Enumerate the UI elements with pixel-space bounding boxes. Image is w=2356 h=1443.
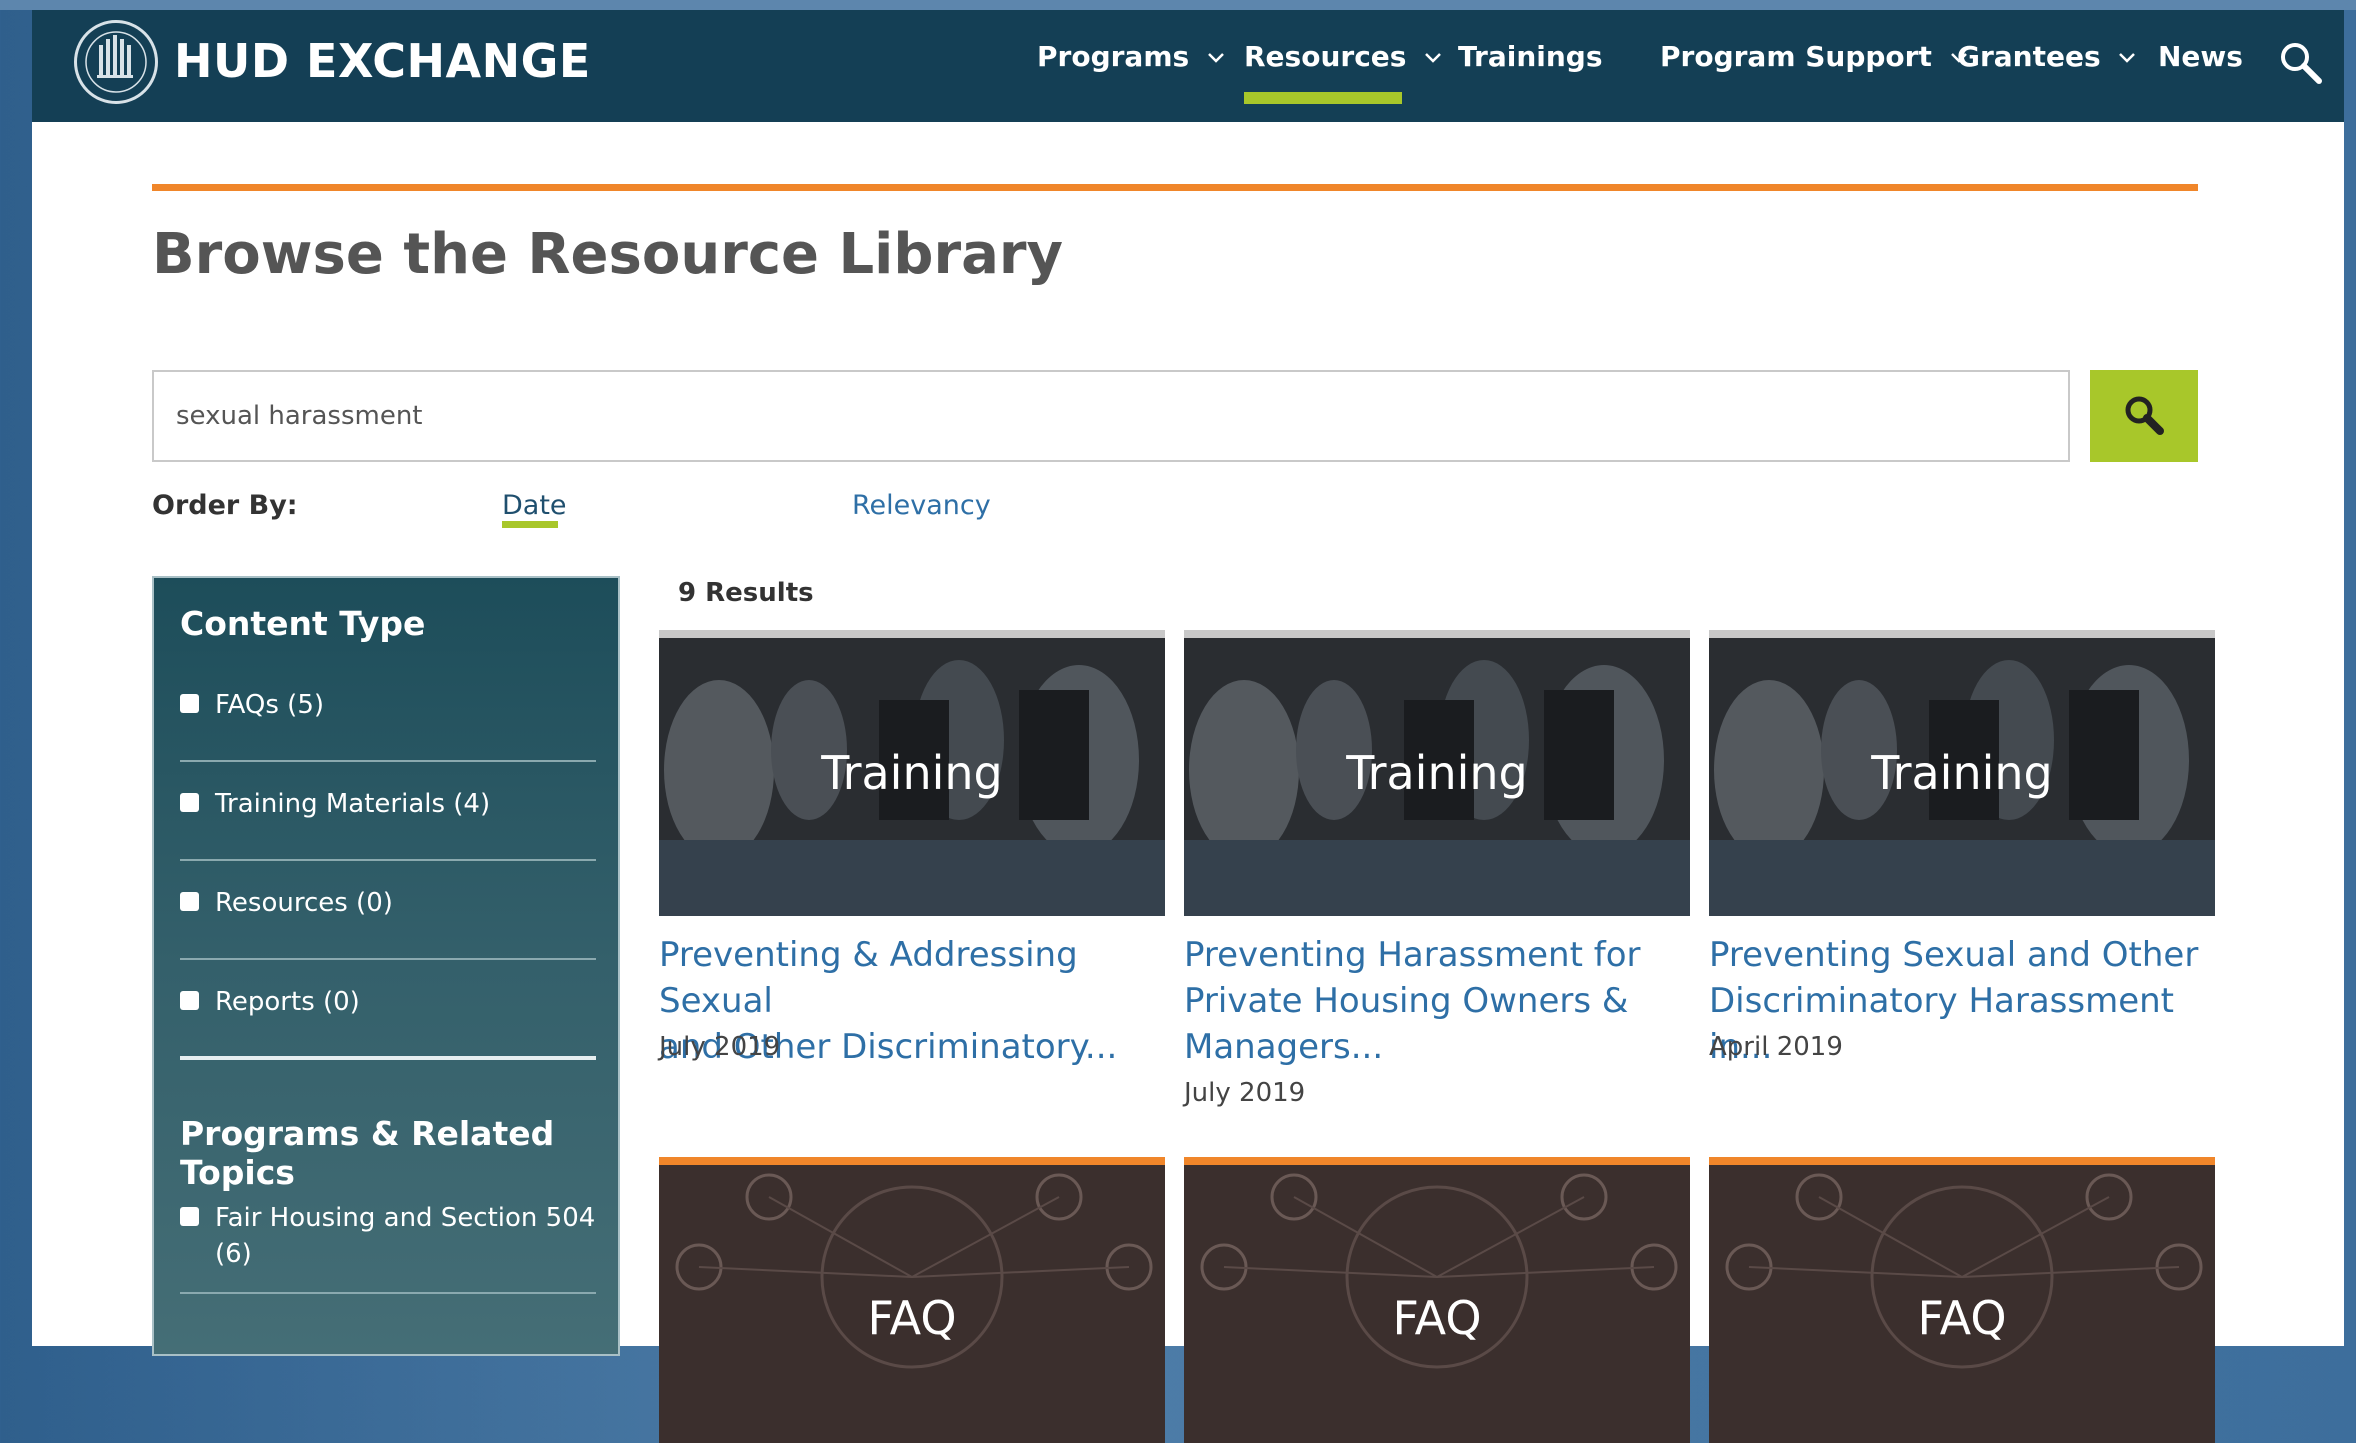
search-icon [2125, 396, 2164, 435]
filter-label: Training Materials (4) [215, 789, 491, 819]
thumbnail-label: FAQ [1392, 1291, 1482, 1345]
filter-fair-housing[interactable]: Fair Housing and Section 504 (6) [180, 1200, 595, 1272]
filter-label: Reports (0) [215, 987, 360, 1017]
thumbnail-label: FAQ [1917, 1291, 2007, 1345]
title-divider [152, 184, 2198, 191]
title-line: Preventing & Addressing Sexual [659, 935, 1078, 1021]
site-header: HUD EXCHANGE Programs Resources Training… [32, 10, 2344, 122]
divider [180, 859, 596, 861]
site-logo-text[interactable]: HUD EXCHANGE [174, 34, 591, 88]
nav-programs-label: Programs [1037, 40, 1190, 73]
nav-active-indicator [1244, 92, 1402, 104]
result-card[interactable]: FAQ [1184, 1157, 1690, 1443]
result-card[interactable]: FAQ [1709, 1157, 2215, 1443]
filter-sidebar: Content Type FAQs (5) Training Materials… [152, 576, 620, 1356]
order-by-relevancy[interactable]: Relevancy [852, 490, 991, 521]
thumbnail-label: FAQ [867, 1291, 957, 1345]
training-thumbnail[interactable]: Training [1709, 630, 2215, 916]
filter-training-materials[interactable]: Training Materials (4) [180, 789, 490, 819]
order-by-date[interactable]: Date [502, 490, 567, 521]
main-content: Browse the Resource Library Order By: Da… [32, 122, 2344, 1443]
filter-label: Fair Housing and Section 504 [215, 1203, 596, 1233]
nav-trainings-label: Trainings [1458, 40, 1603, 73]
order-by-selected-indicator [502, 521, 558, 528]
thumbnail-label: Training [1871, 746, 2053, 800]
result-date: July 2019 [659, 1032, 781, 1062]
filter-reports[interactable]: Reports (0) [180, 987, 360, 1017]
title-line: Preventing Sexual and Other [1709, 935, 2199, 975]
thumbnail-label: Training [821, 746, 1003, 800]
nav-grantees[interactable]: Grantees [1957, 40, 2136, 73]
topics-heading: Programs & Related Topics [180, 1114, 555, 1192]
divider [180, 1292, 596, 1294]
resource-search-button[interactable] [2090, 370, 2198, 462]
checkbox[interactable] [180, 892, 199, 911]
training-thumbnail[interactable]: Training [1184, 630, 1690, 916]
nav-resources[interactable]: Resources [1244, 40, 1442, 73]
title-line: Private Housing Owners & [1184, 981, 1629, 1021]
page-title: Browse the Resource Library [152, 222, 1063, 287]
nav-programs[interactable]: Programs [1037, 40, 1225, 73]
faq-thumbnail[interactable]: FAQ [1709, 1157, 2215, 1443]
nav-grantees-label: Grantees [1957, 40, 2101, 73]
nav-news[interactable]: News [2158, 40, 2243, 73]
faq-thumbnail[interactable]: FAQ [1184, 1157, 1690, 1443]
search-icon[interactable] [2276, 38, 2326, 88]
checkbox[interactable] [180, 793, 199, 812]
filter-label: Resources (0) [215, 888, 393, 918]
chevron-down-icon [1208, 53, 1224, 63]
faq-thumbnail[interactable]: FAQ [659, 1157, 1165, 1443]
nav-resources-label: Resources [1244, 40, 1407, 73]
result-card[interactable]: FAQ [659, 1157, 1165, 1443]
browser-background-strip [0, 0, 2356, 10]
chevron-down-icon [1425, 53, 1442, 63]
thumbnail-label: Training [1346, 746, 1528, 800]
hud-seal-logo[interactable] [74, 20, 158, 104]
section-divider [180, 1056, 596, 1060]
checkbox[interactable] [180, 991, 199, 1010]
resource-search-input[interactable] [152, 370, 2070, 462]
divider [180, 760, 596, 762]
divider [180, 958, 596, 960]
result-title-link[interactable]: Preventing Harassment for Private Housin… [1184, 932, 1704, 1070]
result-date: July 2019 [1184, 1078, 1306, 1108]
filter-resources[interactable]: Resources (0) [180, 888, 393, 918]
checkbox[interactable] [180, 1207, 199, 1226]
result-card[interactable]: Training Preventing & Addressing Sexual … [659, 630, 1165, 1067]
filter-faqs[interactable]: FAQs (5) [180, 690, 324, 720]
title-line: Managers... [1184, 1027, 1384, 1067]
results-count: 9 Results [678, 578, 814, 608]
result-card[interactable]: Training Preventing Sexual and Other Dis… [1709, 630, 2215, 1067]
title-line: Preventing Harassment for [1184, 935, 1641, 975]
result-card[interactable]: Training Preventing Harassment for Priva… [1184, 630, 1690, 1108]
chevron-down-icon [2119, 53, 2136, 63]
nav-program-support[interactable]: Program Support [1660, 40, 1968, 73]
nav-trainings[interactable]: Trainings [1458, 40, 1603, 73]
filter-count: (6) [215, 1239, 252, 1269]
order-by-label: Order By: [152, 490, 298, 521]
training-thumbnail[interactable]: Training [659, 630, 1165, 916]
filter-label: FAQs (5) [215, 690, 325, 720]
nav-program-support-label: Program Support [1660, 40, 1932, 73]
content-type-heading: Content Type [180, 604, 426, 643]
result-date: April 2019 [1709, 1032, 1843, 1062]
nav-news-label: News [2158, 40, 2243, 73]
checkbox[interactable] [180, 694, 199, 713]
